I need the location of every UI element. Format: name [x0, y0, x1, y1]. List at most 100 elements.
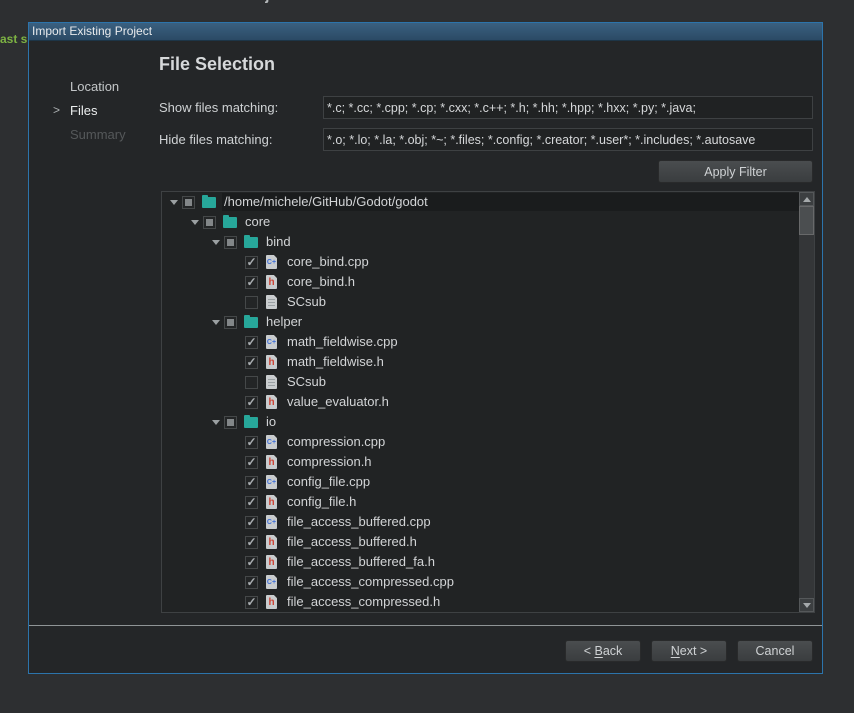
expander-down-icon[interactable]	[208, 420, 224, 425]
generic-file-icon	[264, 374, 280, 390]
row-checkbox-checked[interactable]	[245, 356, 258, 369]
row-checkbox-unchecked[interactable]	[245, 376, 258, 389]
folder-icon	[243, 414, 259, 430]
tree-row[interactable]: value_evaluator.h	[162, 392, 799, 412]
tree-row[interactable]: SCsub	[162, 292, 799, 312]
tree-row-label: config_file.h	[285, 493, 799, 511]
chevron-down-icon	[212, 240, 220, 245]
tree-row[interactable]: helper	[162, 312, 799, 332]
cpp-file-icon	[264, 254, 280, 270]
import-existing-project-dialog: Import Existing Project > Location Files…	[28, 22, 823, 674]
row-checkbox-checked[interactable]	[245, 516, 258, 529]
tree-row-label: file_access_buffered_fa.h	[285, 553, 799, 571]
row-checkbox-checked[interactable]	[245, 276, 258, 289]
scrollbar-up-button[interactable]	[799, 192, 814, 206]
scrollbar-thumb[interactable]	[799, 206, 814, 235]
tree-row[interactable]: file_access_compressed.cpp	[162, 572, 799, 592]
tree-row-label: math_fieldwise.cpp	[285, 333, 799, 351]
header-file-icon	[264, 494, 280, 510]
row-checkbox-checked[interactable]	[245, 436, 258, 449]
row-checkbox-partial[interactable]	[203, 216, 216, 229]
header-file-icon	[264, 394, 280, 410]
tree-row[interactable]: config_file.cpp	[162, 472, 799, 492]
expander-down-icon[interactable]	[208, 240, 224, 245]
tree-row[interactable]: io	[162, 412, 799, 432]
file-selection-tree: /home/michele/GitHub/Godot/godotcorebind…	[161, 191, 815, 613]
back-button[interactable]: < Back	[565, 640, 641, 662]
tree-row[interactable]: bind	[162, 232, 799, 252]
sidebar-item-location[interactable]: Location	[70, 79, 119, 94]
row-checkbox-unchecked[interactable]	[245, 296, 258, 309]
row-checkbox-checked[interactable]	[245, 336, 258, 349]
scroll-down-icon	[803, 603, 811, 608]
header-file-icon	[264, 454, 280, 470]
tree-row-label: io	[264, 413, 799, 431]
folder-icon	[222, 214, 238, 230]
row-checkbox-partial[interactable]	[224, 416, 237, 429]
current-step-chevron-icon: >	[53, 103, 60, 117]
row-checkbox-checked[interactable]	[245, 536, 258, 549]
tree-row[interactable]: math_fieldwise.cpp	[162, 332, 799, 352]
row-checkbox-partial[interactable]	[224, 316, 237, 329]
folder-icon	[243, 314, 259, 330]
row-checkbox-partial[interactable]	[224, 236, 237, 249]
dialog-titlebar[interactable]: Import Existing Project	[29, 23, 822, 41]
tree-row[interactable]: file_access_buffered_fa.h	[162, 552, 799, 572]
header-file-icon	[264, 594, 280, 610]
tree-scrollbar[interactable]	[799, 192, 814, 612]
dialog-title: Import Existing Project	[32, 24, 152, 38]
row-checkbox-partial[interactable]	[182, 196, 195, 209]
tree-row-label: math_fieldwise.h	[285, 353, 799, 371]
sidebar-item-files[interactable]: Files	[70, 103, 97, 118]
tree-row[interactable]: core_bind.h	[162, 272, 799, 292]
hide-files-matching-input[interactable]	[323, 128, 813, 151]
tree-row[interactable]: core	[162, 212, 799, 232]
hide-files-matching-label: Hide files matching:	[159, 132, 272, 147]
expander-down-icon[interactable]	[166, 200, 182, 205]
apply-filter-button[interactable]: Apply Filter	[658, 160, 813, 183]
expander-down-icon[interactable]	[187, 220, 203, 225]
row-checkbox-checked[interactable]	[245, 256, 258, 269]
chevron-down-icon	[191, 220, 199, 225]
tree-row-label: /home/michele/GitHub/Godot/godot	[222, 193, 799, 211]
row-checkbox-checked[interactable]	[245, 556, 258, 569]
tree-row[interactable]: compression.h	[162, 452, 799, 472]
cpp-file-icon	[264, 514, 280, 530]
tree-row-label: core_bind.cpp	[285, 253, 799, 271]
tree-row-label: SCsub	[285, 373, 799, 391]
page-title: File Selection	[159, 54, 275, 75]
next-button[interactable]: Next >	[651, 640, 727, 662]
tree-row[interactable]: config_file.h	[162, 492, 799, 512]
show-files-matching-input[interactable]	[323, 96, 813, 119]
tree-row[interactable]: compression.cpp	[162, 432, 799, 452]
tree-row-label: SCsub	[285, 293, 799, 311]
tree-row[interactable]: math_fieldwise.h	[162, 352, 799, 372]
cancel-button[interactable]: Cancel	[737, 640, 813, 662]
tree-row[interactable]: /home/michele/GitHub/Godot/godot	[162, 192, 799, 212]
row-checkbox-checked[interactable]	[245, 476, 258, 489]
header-file-icon	[264, 274, 280, 290]
row-checkbox-checked[interactable]	[245, 456, 258, 469]
row-checkbox-checked[interactable]	[245, 396, 258, 409]
tree-row[interactable]: core_bind.cpp	[162, 252, 799, 272]
row-checkbox-checked[interactable]	[245, 496, 258, 509]
chevron-down-icon	[170, 200, 178, 205]
scrollbar-down-button[interactable]	[799, 598, 814, 612]
tree-row[interactable]: file_access_compressed.h	[162, 592, 799, 612]
row-checkbox-checked[interactable]	[245, 576, 258, 589]
tree-row[interactable]: file_access_buffered.h	[162, 532, 799, 552]
cpp-file-icon	[264, 474, 280, 490]
folder-icon	[201, 194, 217, 210]
cpp-file-icon	[264, 574, 280, 590]
show-files-matching-label: Show files matching:	[159, 100, 278, 115]
row-checkbox-checked[interactable]	[245, 596, 258, 609]
header-file-icon	[264, 354, 280, 370]
tree-row-label: config_file.cpp	[285, 473, 799, 491]
folder-icon	[243, 234, 259, 250]
tree-row[interactable]: SCsub	[162, 372, 799, 392]
sidebar-item-summary: Summary	[70, 127, 126, 142]
cpp-file-icon	[264, 434, 280, 450]
expander-down-icon[interactable]	[208, 320, 224, 325]
tree-row[interactable]: file_access_buffered.cpp	[162, 512, 799, 532]
tree-row-label: bind	[264, 233, 799, 251]
